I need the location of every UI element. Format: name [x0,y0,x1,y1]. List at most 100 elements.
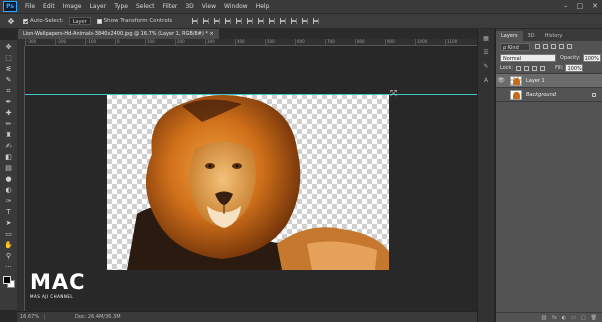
color-swatches[interactable] [2,276,15,288]
new-layer-icon[interactable]: □ [581,315,586,321]
minimize-button[interactable]: – [564,2,568,10]
auto-select-dropdown[interactable]: Layer [68,17,91,25]
ruler-tick: 900 [385,39,415,46]
character-panel-icon[interactable]: A [482,77,491,85]
shape-filter-icon[interactable] [559,44,564,49]
layer-name[interactable]: Background [526,92,556,98]
document-tab[interactable]: Lion-Wallpapers-Hd-Animals-3840x2400.jpg… [18,29,219,39]
pixel-filter-icon[interactable] [535,44,540,49]
foreground-color-swatch[interactable] [2,276,11,284]
kind-filter-dropdown[interactable]: ρ Kind [500,42,530,51]
show-transform-checkbox[interactable] [96,18,102,24]
align-right-icon[interactable] [247,18,254,24]
blend-row: Normal Opacity: 100% [496,52,602,63]
layer-row[interactable]: 👁 Layer 1 [496,74,602,88]
distribute-center-icon[interactable] [302,18,309,24]
align-center-icon[interactable] [236,18,243,24]
menu-view[interactable]: View [198,3,220,10]
lock-row: Lock: Fill: 100% [496,63,602,74]
crop-tool-icon[interactable]: ⌗ [3,87,14,95]
document-canvas[interactable] [107,94,389,270]
tab-close-icon[interactable]: × [209,31,213,37]
visibility-eye-icon[interactable]: 👁 [496,77,506,84]
more-tools-icon[interactable]: ··· [3,263,14,271]
new-group-icon[interactable]: ▭ [571,315,576,321]
history-panel-icon[interactable]: ▦ [482,35,491,43]
fill-field[interactable]: 100% [565,64,584,72]
distribute-top-icon[interactable] [258,18,265,24]
menu-select[interactable]: Select [132,3,159,10]
history-brush-icon[interactable]: ✍ [3,142,14,150]
zoom-level[interactable]: 16.67% [17,314,45,320]
menu-layer[interactable]: Layer [85,3,110,10]
distribute-bottom-icon[interactable] [280,18,287,24]
layer-name[interactable]: Layer 1 [526,78,545,84]
dodge-tool-icon[interactable]: ◐ [3,186,14,194]
vertical-ruler[interactable] [17,46,25,311]
brush-tool-icon[interactable]: ✏ [3,120,14,128]
opacity-field[interactable]: 100% [582,53,601,62]
close-button[interactable]: ✕ [592,2,598,10]
tab-layers[interactable]: Layers [496,31,523,41]
link-layers-icon[interactable]: ⛓ [541,315,547,321]
shape-tool-icon[interactable]: ▭ [3,230,14,238]
menu-filter[interactable]: Filter [159,3,182,10]
zoom-tool-icon[interactable]: ⚲ [3,252,14,260]
tab-3d[interactable]: 3D [523,31,540,41]
marquee-tool-icon[interactable]: ⬚ [3,54,14,62]
brush-panel-icon[interactable]: ✎ [482,63,491,71]
guide-line[interactable] [25,94,477,95]
horizontal-ruler[interactable]: -300 -200 -100 0 100 200 300 400 500 600… [25,39,477,46]
hand-tool-icon[interactable]: ✋ [3,241,14,249]
layer-style-icon[interactable]: fx [552,315,557,321]
clone-stamp-icon[interactable]: ♜ [3,131,14,139]
blur-tool-icon[interactable]: ● [3,175,14,183]
layer-row[interactable]: Background [496,88,602,102]
lasso-tool-icon[interactable]: ᓬ [3,65,14,73]
healing-brush-icon[interactable]: ✚ [3,109,14,117]
menu-3d[interactable]: 3D [181,3,197,10]
delete-layer-icon[interactable]: 🗑 [591,315,597,321]
distribute-left-icon[interactable] [291,18,298,24]
type-tool-icon[interactable]: T [3,208,14,216]
gradient-tool-icon[interactable]: ▤ [3,164,14,172]
auto-select-checkbox[interactable] [23,18,28,24]
eraser-tool-icon[interactable]: ◧ [3,153,14,161]
lock-image-icon[interactable] [524,65,530,71]
document-info[interactable]: Doc: 26.4M/36.3M [45,314,121,320]
menu-type[interactable]: Type [110,3,132,10]
lock-all-icon[interactable] [540,65,546,71]
quick-select-tool-icon[interactable]: ✎ [3,76,14,84]
blend-mode-dropdown[interactable]: Normal [500,53,556,62]
lock-position-icon[interactable] [532,65,538,71]
tab-history[interactable]: History [540,31,568,41]
menu-image[interactable]: Image [59,3,86,10]
smart-object-filter-icon[interactable] [567,44,572,49]
path-select-icon[interactable]: ➤ [3,219,14,227]
distribute-right-icon[interactable] [313,18,320,24]
menu-file[interactable]: File [21,3,39,10]
properties-panel-icon[interactable]: ☰ [482,49,491,57]
move-tool-icon[interactable]: ✥ [5,16,17,26]
distribute-middle-icon[interactable] [269,18,276,24]
align-left-icon[interactable] [225,18,232,24]
align-top-icon[interactable] [192,18,199,24]
show-transform-label: Show Transform Controls [103,18,173,24]
move-tool-icon[interactable]: ✥ [3,43,14,51]
ruler-tick: -300 [25,39,55,46]
adjustment-filter-icon[interactable] [543,44,548,49]
menu-window[interactable]: Window [220,3,252,10]
ruler-corner [17,39,25,46]
lock-pixels-icon[interactable] [516,65,522,71]
layer-mask-icon[interactable]: ◐ [562,315,566,321]
status-bar: 16.67% Doc: 26.4M/36.3M [17,311,477,322]
align-middle-icon[interactable] [203,18,210,24]
menu-edit[interactable]: Edit [39,3,59,10]
menu-help[interactable]: Help [252,3,274,10]
pen-tool-icon[interactable]: ✑ [3,197,14,205]
eyedropper-tool-icon[interactable]: ✒ [3,98,14,106]
maximize-button[interactable]: □ [577,2,584,10]
type-filter-icon[interactable] [551,44,556,49]
menu-bar: Ps File Edit Image Layer Type Select Fil… [0,0,602,13]
align-bottom-icon[interactable] [214,18,221,24]
